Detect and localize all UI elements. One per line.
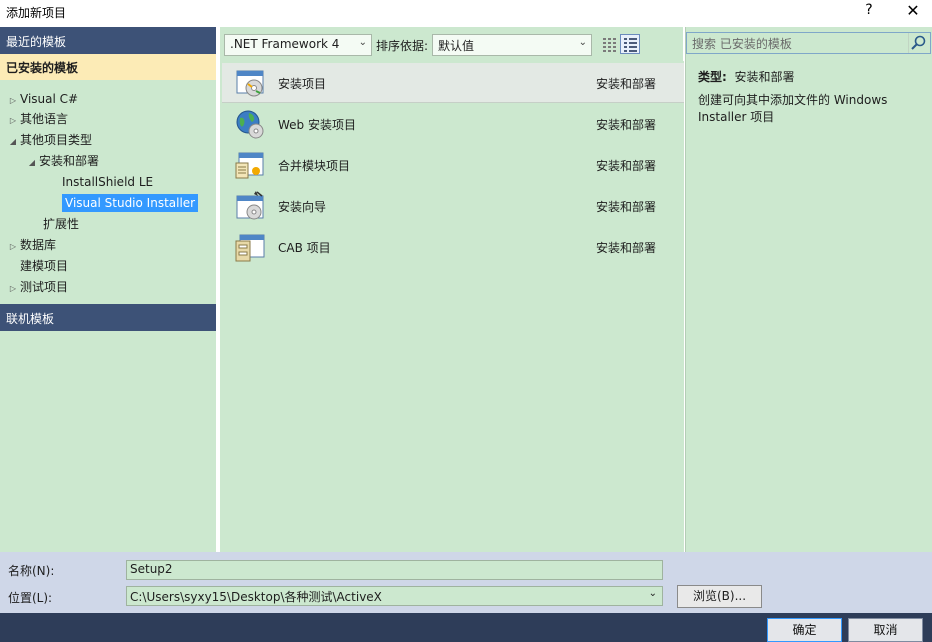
template-name: CAB 项目 [278, 241, 331, 255]
title-bar: 添加新项目 ? ✕ [0, 0, 932, 26]
template-row-setup-project[interactable]: 安装项目 安装和部署 [222, 63, 684, 103]
sort-select[interactable]: 默认值 ⌄ [432, 34, 592, 56]
grid-view-icon [603, 38, 616, 52]
expand-arrow-icon[interactable]: ▷ [6, 91, 20, 111]
installed-templates-header[interactable]: 已安装的模板 [0, 54, 216, 80]
tree-item-other-languages[interactable]: ▷ 其他语言 [6, 109, 68, 129]
recent-templates-header[interactable]: 最近的模板 [0, 27, 216, 54]
template-category: 安装和部署 [596, 77, 657, 91]
setup-project-icon [236, 70, 264, 97]
template-row-merge-module[interactable]: 合并模块项目 安装和部署 [222, 145, 684, 185]
web-setup-project-icon [236, 110, 264, 139]
expand-arrow-icon[interactable]: ▷ [6, 237, 20, 257]
expand-arrow-icon[interactable]: ▷ [6, 279, 20, 299]
tree-item-test-projects[interactable]: ▷ 测试项目 [6, 277, 68, 297]
search-icon[interactable] [908, 33, 930, 53]
online-templates-header[interactable]: 联机模板 [0, 304, 216, 331]
collapse-arrow-icon[interactable]: ◢ [6, 132, 20, 152]
tree-item-installshield-le[interactable]: InstallShield LE [48, 172, 153, 192]
tree-item-other-project-types[interactable]: ◢ 其他项目类型 [6, 130, 92, 150]
tree-item-database[interactable]: ▷ 数据库 [6, 235, 56, 255]
window-title: 添加新项目 [6, 6, 67, 20]
template-row-setup-wizard[interactable]: 安装向导 安装和部署 [222, 186, 684, 226]
tree-item-vs-installer[interactable]: Visual Studio Installer [48, 193, 199, 213]
template-category: 安装和部署 [596, 200, 657, 214]
list-view-icon [624, 38, 637, 52]
template-row-web-setup-project[interactable]: Web 安装项目 安装和部署 [222, 104, 684, 144]
template-details-pane: 搜索 已安装的模板 类型: 安装和部署 创建可向其中添加文件的 Windows … [685, 27, 932, 552]
list-view-button[interactable] [620, 34, 640, 54]
template-categories-pane: 最近的模板 已安装的模板 ▷ Visual C# ▷ 其他语言 ◢ 其他项目类型 ◢ 安… [0, 27, 216, 552]
template-name: 合并模块项目 [278, 159, 351, 173]
small-icons-view-button[interactable] [599, 34, 619, 54]
template-name: Web 安装项目 [278, 118, 356, 132]
setup-wizard-icon [236, 191, 264, 220]
chevron-down-icon[interactable]: ⌄ [649, 588, 657, 599]
chevron-down-icon: ⌄ [578, 37, 587, 48]
collapse-arrow-icon[interactable]: ◢ [25, 153, 39, 173]
cab-project-icon [235, 234, 265, 262]
project-form: 名称(N): Setup2 位置(L): C:\Users\syxy15\Des… [0, 552, 932, 613]
close-icon[interactable]: ✕ [904, 1, 922, 20]
name-label: 名称(N): [8, 564, 55, 578]
merge-module-project-icon [235, 152, 264, 179]
template-name: 安装项目 [278, 77, 327, 91]
tree-item-visual-csharp[interactable]: ▷ Visual C# [6, 89, 78, 109]
template-category: 安装和部署 [596, 159, 657, 173]
template-list: 安装项目 安装和部署 Web 安装项目 安装和部署 合并模块项目 安装和部署 安… [220, 61, 684, 552]
tree-item-extensibility[interactable]: 扩展性 [29, 214, 79, 234]
cancel-button[interactable]: 取消 [848, 618, 923, 642]
dialog-footer: 确定 取消 [0, 613, 932, 642]
template-type-info: 类型: 安装和部署 [698, 70, 795, 84]
tree-item-setup-deployment[interactable]: ◢ 安装和部署 [25, 151, 99, 171]
template-row-cab-project[interactable]: CAB 项目 安装和部署 [222, 227, 684, 267]
ok-button[interactable]: 确定 [767, 618, 842, 642]
template-name: 安装向导 [278, 200, 327, 214]
chevron-down-icon: ⌄ [358, 37, 367, 48]
location-combo[interactable]: C:\Users\syxy15\Desktop\各种测试\ActiveX ⌄ [126, 586, 663, 606]
template-category: 安装和部署 [596, 118, 657, 132]
template-category: 安装和部署 [596, 241, 657, 255]
location-label: 位置(L): [8, 591, 53, 605]
name-field[interactable]: Setup2 [126, 560, 663, 580]
framework-select[interactable]: .NET Framework 4 ⌄ [224, 34, 372, 56]
help-icon[interactable]: ? [862, 2, 876, 18]
tree-item-modeling-projects[interactable]: 建模项目 [6, 256, 68, 276]
sort-label: 排序依据: [376, 39, 429, 53]
template-description: 创建可向其中添加文件的 Windows Installer 项目 [698, 93, 888, 124]
expand-arrow-icon[interactable]: ▷ [6, 111, 20, 131]
search-installed-templates-input[interactable]: 搜索 已安装的模板 [686, 32, 931, 54]
browse-button[interactable]: 浏览(B)... [677, 585, 762, 608]
